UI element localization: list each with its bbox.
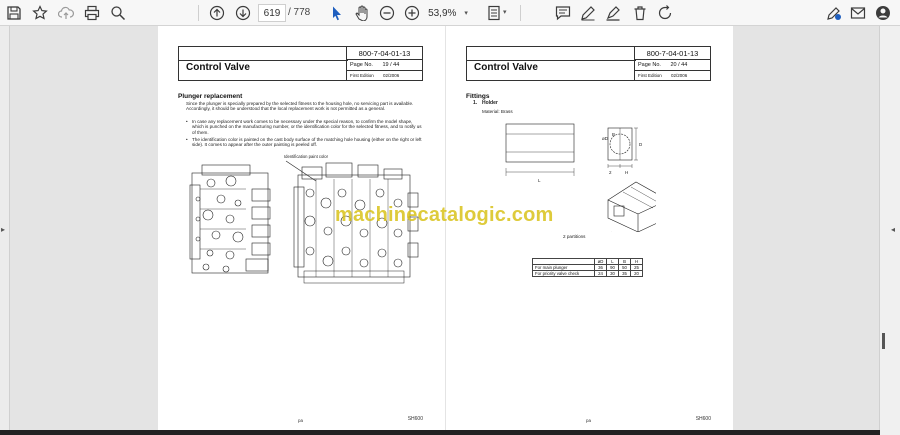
edition-label: First Edition bbox=[638, 73, 662, 78]
dim-label-height: H bbox=[625, 170, 628, 175]
table-cell: 30 bbox=[606, 270, 619, 277]
table-cell: 35 bbox=[618, 270, 631, 277]
dim-label-b: B bbox=[612, 132, 615, 137]
item-number: 1. bbox=[473, 100, 478, 106]
pdf-page-left: 800-7-04-01-13 Control Valve Page No. 19… bbox=[158, 26, 445, 430]
zoom-in-icon[interactable] bbox=[402, 3, 422, 23]
page-down-icon[interactable] bbox=[233, 3, 253, 23]
dim-label-d: D bbox=[639, 142, 643, 147]
page-label: Page No. bbox=[350, 62, 373, 68]
dim-label-diameter: øD bbox=[602, 136, 609, 141]
bookmark-star-icon[interactable] bbox=[30, 3, 50, 23]
table-cell: 20 bbox=[630, 270, 643, 277]
page-number-cell: Page No. 20 / 44 bbox=[634, 60, 710, 71]
material-text: Material: Brass bbox=[482, 109, 513, 114]
zoom-select[interactable]: 53,9% ▾ bbox=[425, 4, 471, 22]
sign-icon[interactable] bbox=[824, 3, 844, 23]
edition-date: 02/2006 bbox=[383, 73, 400, 78]
page-footer-right: SH600 bbox=[407, 416, 423, 422]
page-label: Page No. bbox=[638, 62, 661, 68]
toolbar-divider bbox=[520, 5, 521, 21]
partitions-label: 2 partitions bbox=[563, 234, 586, 239]
select-cursor-icon[interactable] bbox=[327, 3, 347, 23]
header-rule bbox=[467, 60, 636, 61]
page-number-cell: Page No. 19 / 44 bbox=[346, 60, 422, 71]
page-number: 20 / 44 bbox=[670, 62, 688, 68]
bullet-text: In case any replacement work comes to be… bbox=[192, 119, 422, 135]
row-label: For priority valve check bbox=[532, 270, 595, 277]
paragraph: Since the plunger is specially prepared … bbox=[186, 101, 414, 112]
page-header: 800-7-04-01-13 Control Valve Page No. 20… bbox=[466, 46, 711, 81]
account-icon[interactable] bbox=[873, 3, 893, 23]
highlight-icon[interactable] bbox=[603, 3, 623, 23]
edition-cell: First Edition 02/2006 bbox=[346, 71, 422, 81]
vertical-scrollbar[interactable] bbox=[879, 26, 900, 435]
comment-icon[interactable] bbox=[553, 3, 573, 23]
section-heading: Plunger replacement bbox=[178, 93, 243, 100]
page-footer-left: pa bbox=[586, 418, 592, 423]
edition-label: First Edition bbox=[350, 73, 374, 78]
rotate-icon[interactable] bbox=[655, 3, 675, 23]
section-heading: Fittings bbox=[466, 93, 490, 100]
delete-icon[interactable] bbox=[630, 3, 650, 23]
page-number: 19 / 44 bbox=[382, 62, 400, 68]
doc-number: 800-7-04-01-13 bbox=[346, 47, 422, 60]
holder-spec-table: øD L B H For main plunger 36 90 50 25 Fo… bbox=[532, 258, 643, 277]
save-icon[interactable] bbox=[4, 3, 24, 23]
dim-label-width: 2 bbox=[609, 170, 612, 175]
chevron-down-icon[interactable]: ▾ bbox=[503, 8, 507, 16]
page-title: Control Valve bbox=[474, 62, 538, 73]
scrollbar-thumb[interactable] bbox=[882, 333, 885, 349]
upload-cloud-icon[interactable] bbox=[56, 3, 76, 23]
edition-cell: First Edition 02/2006 bbox=[634, 71, 710, 81]
hand-icon[interactable] bbox=[352, 3, 372, 23]
page-up-icon[interactable] bbox=[207, 3, 227, 23]
print-icon[interactable] bbox=[82, 3, 102, 23]
table-cell: 24 bbox=[594, 270, 607, 277]
page-footer-right: SH600 bbox=[695, 416, 711, 422]
pen-icon[interactable] bbox=[578, 3, 598, 23]
zoom-value: 53,9% bbox=[428, 7, 457, 19]
chevron-down-icon: ▾ bbox=[464, 10, 468, 17]
bullet-text: The identification color is painted on t… bbox=[192, 137, 422, 148]
mail-icon[interactable] bbox=[848, 3, 868, 23]
dim-label-length: L bbox=[538, 178, 541, 183]
page-total: / 778 bbox=[288, 7, 311, 18]
toolbar: / 778 53,9% ▾ ▾ bbox=[0, 0, 900, 26]
page-header: 800-7-04-01-13 Control Valve Page No. 19… bbox=[178, 46, 423, 81]
doc-number: 800-7-04-01-13 bbox=[634, 47, 710, 60]
item-title: Holder bbox=[482, 100, 498, 106]
zoom-out-icon[interactable] bbox=[377, 3, 397, 23]
page-title: Control Valve bbox=[186, 62, 250, 73]
zoom-search-icon[interactable] bbox=[108, 3, 128, 23]
watermark-text: machinecatalogic.com bbox=[335, 204, 554, 226]
toolbar-divider bbox=[198, 5, 199, 21]
pdf-page-right: 800-7-04-01-13 Control Valve Page No. 20… bbox=[446, 26, 733, 430]
edition-date: 02/2006 bbox=[671, 73, 688, 78]
chevron-left-icon[interactable]: ◂ bbox=[891, 225, 895, 234]
page-fit-icon[interactable] bbox=[484, 3, 504, 23]
chevron-right-icon[interactable]: ▸ bbox=[1, 225, 5, 234]
page-number-input[interactable] bbox=[258, 4, 286, 22]
page-footer-left: pa bbox=[298, 418, 304, 423]
taskbar-strip bbox=[0, 430, 880, 435]
table-row: For priority valve check 24 30 35 20 bbox=[532, 270, 643, 277]
header-rule bbox=[179, 60, 348, 61]
